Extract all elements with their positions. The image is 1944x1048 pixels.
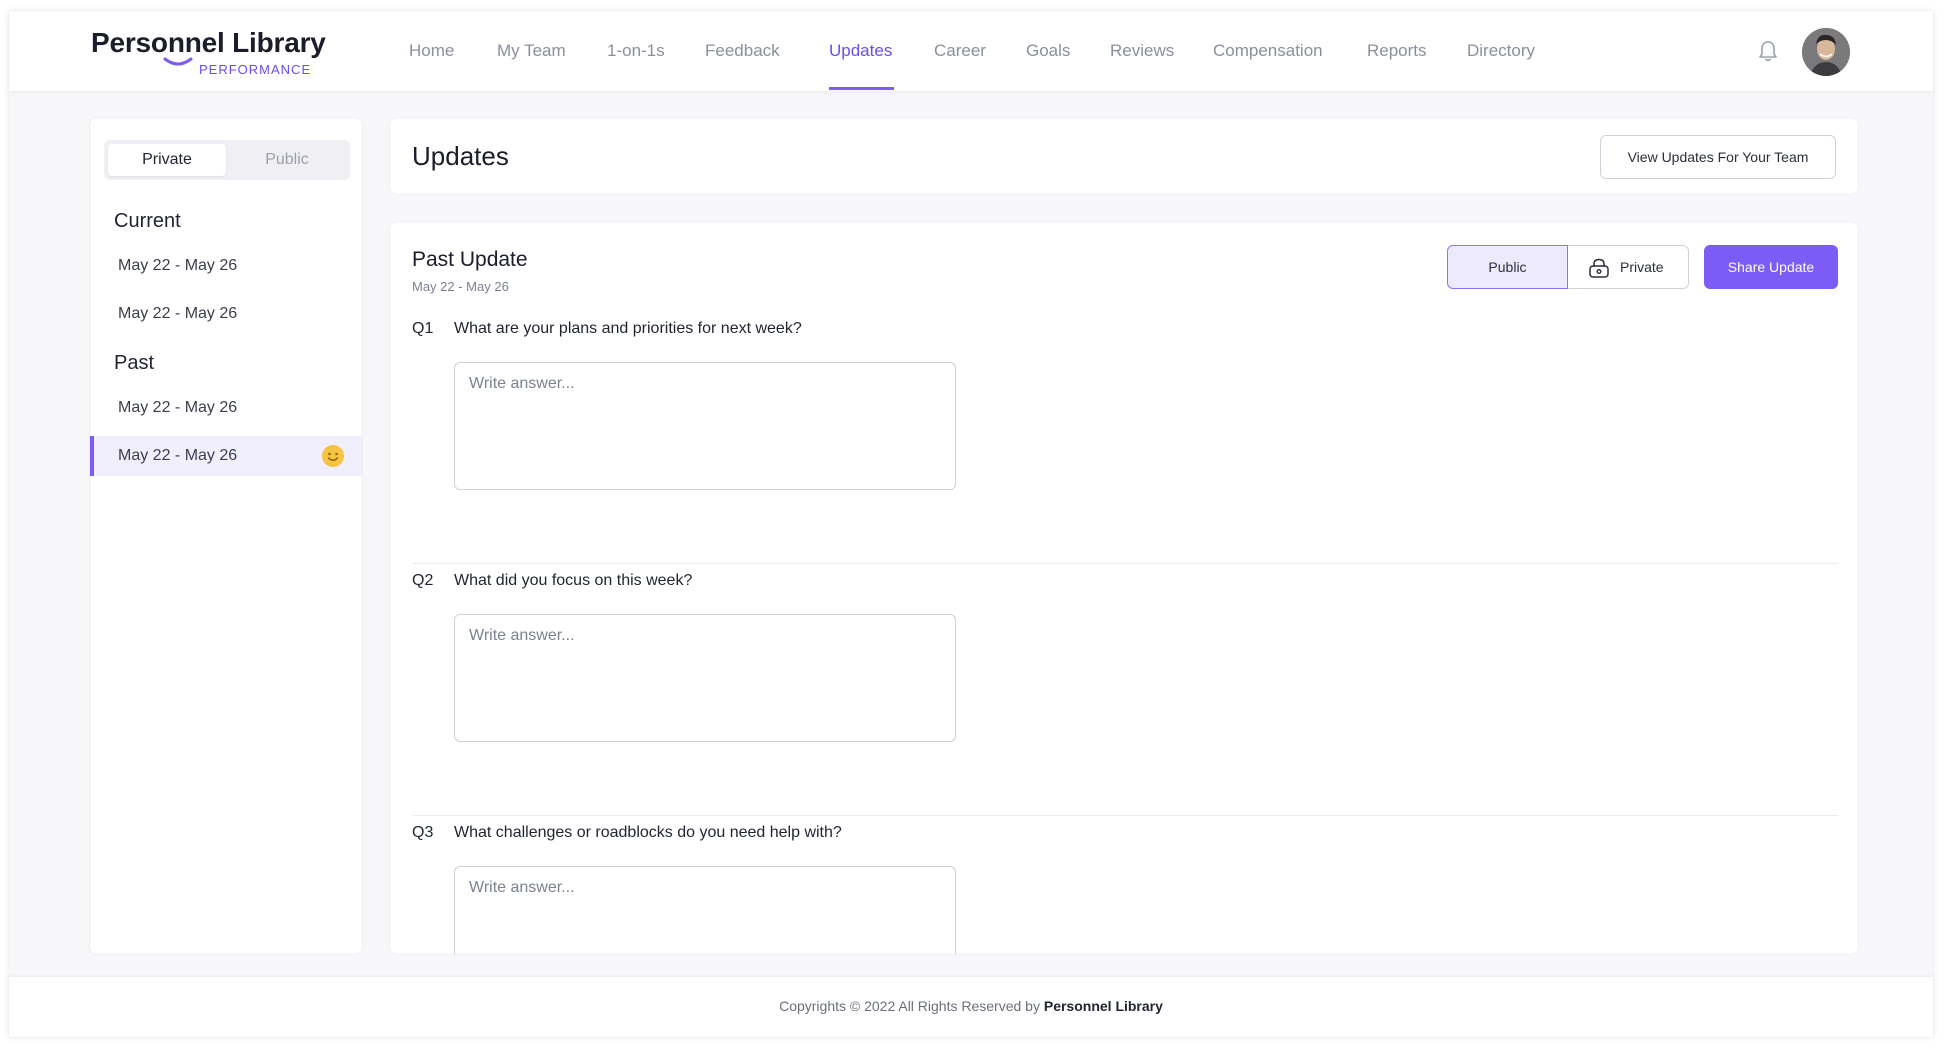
section-divider xyxy=(412,563,1838,564)
past-heading: Past xyxy=(114,352,155,374)
nav-1-on-1s[interactable]: 1-on-1s xyxy=(607,41,665,61)
visibility-public-button[interactable]: Public xyxy=(1447,245,1568,289)
copyright-brand: Personnel Library xyxy=(1043,998,1163,1014)
nav-reviews[interactable]: Reviews xyxy=(1110,41,1174,61)
update-form-card: Past Update May 22 - May 26 Public Priva… xyxy=(389,221,1859,955)
question-text: What are your plans and priorities for n… xyxy=(454,320,802,337)
nav-my-team[interactable]: My Team xyxy=(497,41,566,61)
answer-input-q3[interactable] xyxy=(454,866,956,954)
logo-swoosh-icon xyxy=(163,57,193,66)
visibility-private-label: Private xyxy=(1620,259,1664,275)
question-text: What did you focus on this week? xyxy=(454,572,693,589)
question-number: Q3 xyxy=(412,824,434,841)
nav-career[interactable]: Career xyxy=(934,41,986,61)
question-number: Q2 xyxy=(412,572,434,589)
logo-title: Personnel Library xyxy=(91,27,326,58)
visibility-private-button[interactable]: Private xyxy=(1568,245,1689,289)
past-update-item[interactable]: May 22 - May 26 xyxy=(90,388,362,428)
smile-emoji-icon xyxy=(322,445,344,467)
logo-subtitle: PERFORMANCE xyxy=(199,62,312,77)
current-update-item[interactable]: May 22 - May 26 xyxy=(90,294,362,334)
app-frame: Personnel Library PERFORMANCE Home My Te… xyxy=(9,11,1933,1037)
update-title: Past Update xyxy=(412,248,528,271)
view-team-updates-button[interactable]: View Updates For Your Team xyxy=(1600,135,1836,179)
avatar[interactable] xyxy=(1802,28,1850,76)
page-footer: Copyrights © 2022 All Rights Reserved by… xyxy=(9,977,1933,1037)
nav-goals[interactable]: Goals xyxy=(1026,41,1070,61)
section-divider xyxy=(412,815,1838,816)
filter-public-tab[interactable]: Public xyxy=(228,144,346,176)
share-update-button[interactable]: Share Update xyxy=(1704,245,1838,289)
updates-sidebar: Private Public Current May 22 - May 26 M… xyxy=(89,117,363,955)
nav-updates[interactable]: Updates xyxy=(829,41,892,61)
page-header-card: Updates View Updates For Your Team xyxy=(389,117,1859,195)
copyright-prefix: Copyrights © 2022 All Rights Reserved by xyxy=(779,998,1044,1014)
lock-icon xyxy=(1589,258,1609,278)
question-text: What challenges or roadblocks do you nee… xyxy=(454,824,842,841)
bell-icon[interactable] xyxy=(1757,39,1779,63)
question-number: Q1 xyxy=(412,320,434,337)
answer-input-q2[interactable] xyxy=(454,614,956,742)
update-date-range: May 22 - May 26 xyxy=(412,279,509,294)
past-update-item-label: May 22 - May 26 xyxy=(118,447,238,464)
logo[interactable]: Personnel Library PERFORMANCE xyxy=(91,27,326,81)
nav-feedback[interactable]: Feedback xyxy=(705,41,780,61)
nav-reports[interactable]: Reports xyxy=(1367,41,1427,61)
nav-compensation[interactable]: Compensation xyxy=(1213,41,1323,61)
nav-home[interactable]: Home xyxy=(409,41,454,61)
user-photo-icon xyxy=(1802,28,1850,76)
copyright-text: Copyrights © 2022 All Rights Reserved by… xyxy=(9,998,1933,1014)
filter-private-tab[interactable]: Private xyxy=(108,144,226,176)
nav-directory[interactable]: Directory xyxy=(1467,41,1535,61)
page-title: Updates xyxy=(412,141,509,171)
answer-input-q1[interactable] xyxy=(454,362,956,490)
current-update-item[interactable]: May 22 - May 26 xyxy=(90,246,362,286)
past-update-item-selected[interactable]: May 22 - May 26 xyxy=(90,436,362,476)
current-heading: Current xyxy=(114,210,181,232)
top-header: Personnel Library PERFORMANCE Home My Te… xyxy=(9,11,1933,91)
privacy-filter-toggle: Private Public xyxy=(104,140,350,180)
nav-active-indicator xyxy=(829,87,894,90)
